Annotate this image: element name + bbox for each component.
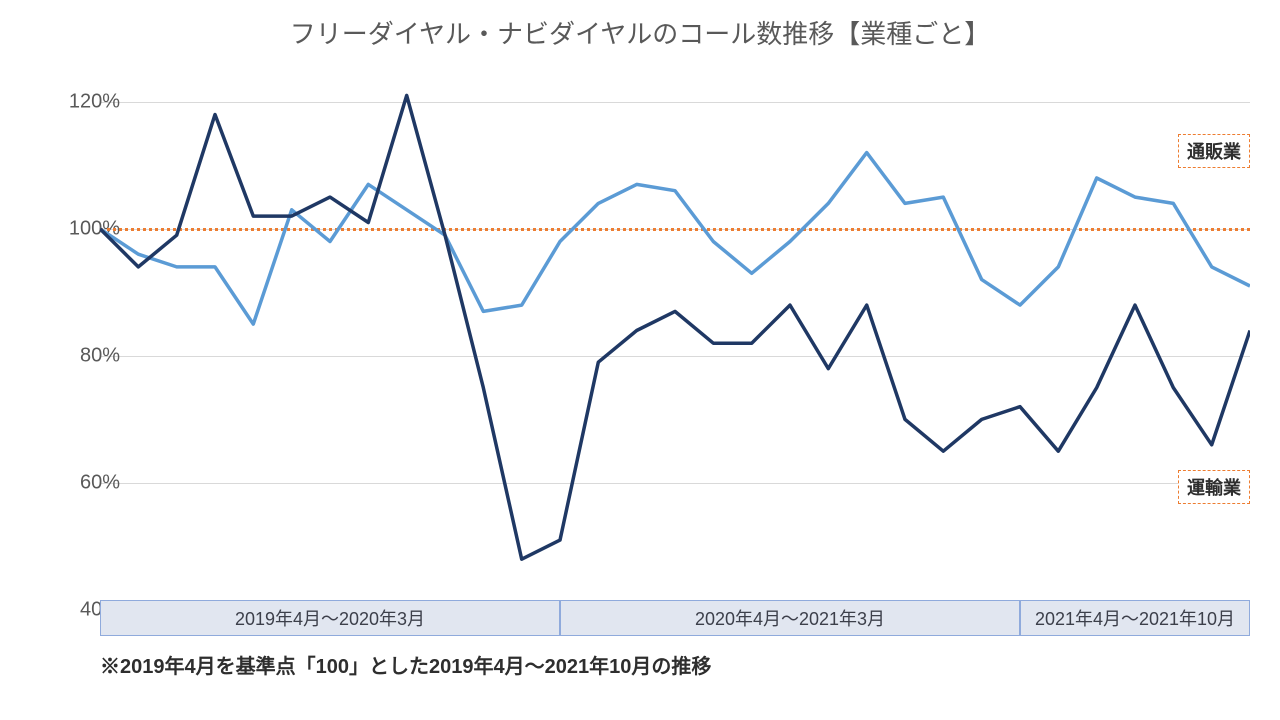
series-通販業 [100,153,1250,325]
plot-area [100,70,1250,610]
period-band: 2021年4月～2021年10月 [1020,600,1250,636]
period-band: 2019年4月～2020年3月 [100,600,560,636]
legend-mail-order: 通販業 [1178,134,1250,168]
legend-transport: 運輸業 [1178,470,1250,504]
series-運輸業 [100,95,1250,559]
chart-container: フリーダイヤル・ナビダイヤルのコール数推移【業種ごと】 120%100%80%6… [0,0,1280,720]
period-band: 2020年4月～2021年3月 [560,600,1020,636]
chart-title: フリーダイヤル・ナビダイヤルのコール数推移【業種ごと】 [0,14,1280,51]
footnote: ※2019年4月を基準点「100」とした2019年4月～2021年10月の推移 [100,650,711,679]
